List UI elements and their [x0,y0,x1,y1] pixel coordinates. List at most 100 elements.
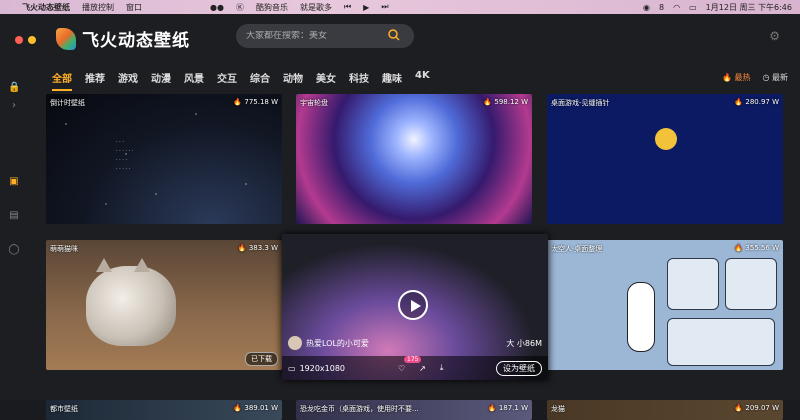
app-window: 飞火动态壁纸 ⚙ 🔒 › ▣ ▤ ◯ 全部 推荐 游戏 动漫 风景 交互 综合 … [0,14,800,420]
flame-icon: 🔥 [487,404,497,412]
wallpaper-card[interactable]: 桌面游戏-见缝插针 🔥 280.97 W [547,94,783,224]
tab-anime[interactable]: 动漫 [151,70,171,91]
tab-general[interactable]: 综合 [250,70,270,91]
user-icon[interactable]: ◯ [8,244,20,256]
card-action-bar: ▭ 1920x1080 ♡ 175 ↗ ⤓ 设为壁纸 [282,355,548,380]
tab-animals[interactable]: 动物 [283,70,303,91]
like-heart-icon[interactable]: ♡ 175 [398,355,422,373]
app-logo: 飞火动态壁纸 [56,26,190,51]
kitten-graphic [86,258,176,346]
wallpaper-card[interactable]: 龙猫 🔥 209.07 W [547,400,783,420]
card-count: 🔥 389.01 W [233,404,278,412]
card-count: 🔥 775.18 W [233,98,278,106]
battery-icon[interactable]: ▭ [689,3,697,12]
flame-icon: 🔥 [237,244,247,252]
tab-recommend[interactable]: 推荐 [85,70,105,91]
sidebar: 🔒 › ▣ ▤ ◯ [0,74,28,400]
card-count: 🔥 187.1 W [488,404,528,412]
card-title: 恐龙吃金币（桌面游戏，使用时不要... [300,405,419,413]
menubar-app-name[interactable]: 飞火动态壁纸 [22,2,70,13]
wechat-icon[interactable]: ◉ [643,3,650,12]
card-count-value: 187.1 W [498,404,528,412]
now-playing-title: 就是歌多 [299,2,332,12]
wallpaper-card[interactable]: 萌萌猫咪 🔥 383.3 W 已下载 [46,240,282,370]
card-count-value: 383.3 W [248,244,278,252]
tab-fun[interactable]: 趣味 [382,70,402,91]
search-icon[interactable] [388,29,400,41]
card-title: 龙猫 [551,405,565,413]
sort-options: 🔥 最热 ◷ 最新 [722,72,788,83]
uploader-name: 热爱LOL的小可爱 [306,338,369,348]
card-count-value: 280.97 W [745,98,779,106]
monitor-icon[interactable]: ▣ [8,176,20,188]
image-icon[interactable]: ▤ [8,210,20,222]
window-controls [15,36,36,44]
file-size: 大 小86M [506,339,542,348]
menubar-item-window[interactable]: 窗口 [126,2,142,13]
tab-tech[interactable]: 科技 [349,70,369,91]
wallpaper-card[interactable]: 太空人·桌面整理 🔥 355.56 W [547,240,783,370]
system-menubar: 飞火动态壁纸 播放控制 窗口 ●● Ⓚ 酷狗音乐 就是歌多 ⏮ ▶ ⏭ ◉ 8 … [0,0,800,14]
play-icon[interactable]: ▶ [363,3,369,12]
wallpaper-card[interactable]: 都市壁纸 🔥 389.01 W [46,400,282,420]
wallpaper-card-hovered[interactable]: 热爱LOL的小可爱 大 小86M ▭ 1920x1080 ♡ 175 ↗ ⤓ 设为壁… [282,234,548,380]
tab-all[interactable]: 全部 [52,70,72,91]
app-title: 飞火动态壁纸 [82,31,190,51]
expand-arrow-icon[interactable]: › [8,100,20,112]
tab-scenery[interactable]: 风景 [184,70,204,91]
card-count: 🔥 209.07 W [734,404,779,412]
tab-interactive[interactable]: 交互 [217,70,237,91]
flame-icon: 🔥 [233,404,243,412]
play-button[interactable] [398,290,428,320]
sort-new[interactable]: ◷ 最新 [762,72,788,83]
tab-beauty[interactable]: 美女 [316,70,336,91]
wallpaper-card[interactable]: 恐龙吃金币（桌面游戏，使用时不要... 🔥 187.1 W [296,400,532,420]
card-actions: ♡ 175 ↗ ⤓ [398,355,444,373]
like-count: 175 [404,355,422,363]
search-input[interactable] [246,31,386,41]
card-title: 萌萌猫咪 [50,245,78,253]
card-count-value: 389.01 W [244,404,278,412]
desktop-panel [667,318,775,366]
card-count-value: 598.12 W [494,98,528,106]
flame-icon: 🔥 [734,244,744,252]
tab-4k[interactable]: 4K [415,70,430,91]
datetime[interactable]: 1月12日 周三 下午6:46 [706,2,792,13]
astronaut-graphic [627,282,655,352]
starfield [46,94,282,224]
settings-gear-icon[interactable]: ⚙ [769,29,780,43]
wallpaper-card[interactable]: 宇宙轮盘 🔥 598.12 W [296,94,532,224]
flame-icon: 🔥 [233,98,243,106]
lock-icon[interactable]: 🔒 [8,82,20,94]
close-button[interactable] [15,36,23,44]
card-title: 太空人·桌面整理 [551,245,603,253]
card-count-value: 209.07 W [745,404,779,412]
card-title: 桌面游戏-见缝插针 [551,99,610,107]
download-icon[interactable]: ⤓ [440,363,444,373]
card-count: 🔥 598.12 W [483,98,528,106]
card-count-value: 775.18 W [244,98,278,106]
sort-hot-label: 最热 [734,73,751,82]
share-icon[interactable]: ↗ [419,364,426,373]
next-track-icon[interactable]: ⏭ [381,2,388,12]
sort-hot[interactable]: 🔥 最热 [722,72,751,83]
tab-games[interactable]: 游戏 [118,70,138,91]
kugou-icon[interactable]: Ⓚ [236,2,244,13]
flame-icon: 🔥 [483,98,493,106]
prev-track-icon[interactable]: ⏮ [344,2,351,12]
card-count-value: 355.56 W [745,244,779,252]
search-bar[interactable] [236,24,414,48]
menubar-item-playback[interactable]: 播放控制 [82,2,114,13]
wallpaper-card[interactable]: · · · · · · · · · · · · · · · · · · 倒计时壁纸 🔥… [46,94,282,224]
now-playing-app: 酷狗音乐 [255,2,288,12]
wifi-icon[interactable]: ◠ [673,3,680,12]
flame-icon: 🔥 [734,98,744,106]
flame-icon: 🔥 [734,404,744,412]
category-tabs: 全部 推荐 游戏 动漫 风景 交互 综合 动物 美女 科技 趣味 4K [52,70,430,91]
avatar[interactable] [288,336,302,350]
uploader[interactable]: 热爱LOL的小可爱 [288,336,369,350]
set-wallpaper-button[interactable]: 设为壁纸 [496,360,542,376]
music-app-icon[interactable]: ●● [210,3,224,12]
minimize-button[interactable] [28,36,36,44]
flame-logo-icon [56,27,76,50]
